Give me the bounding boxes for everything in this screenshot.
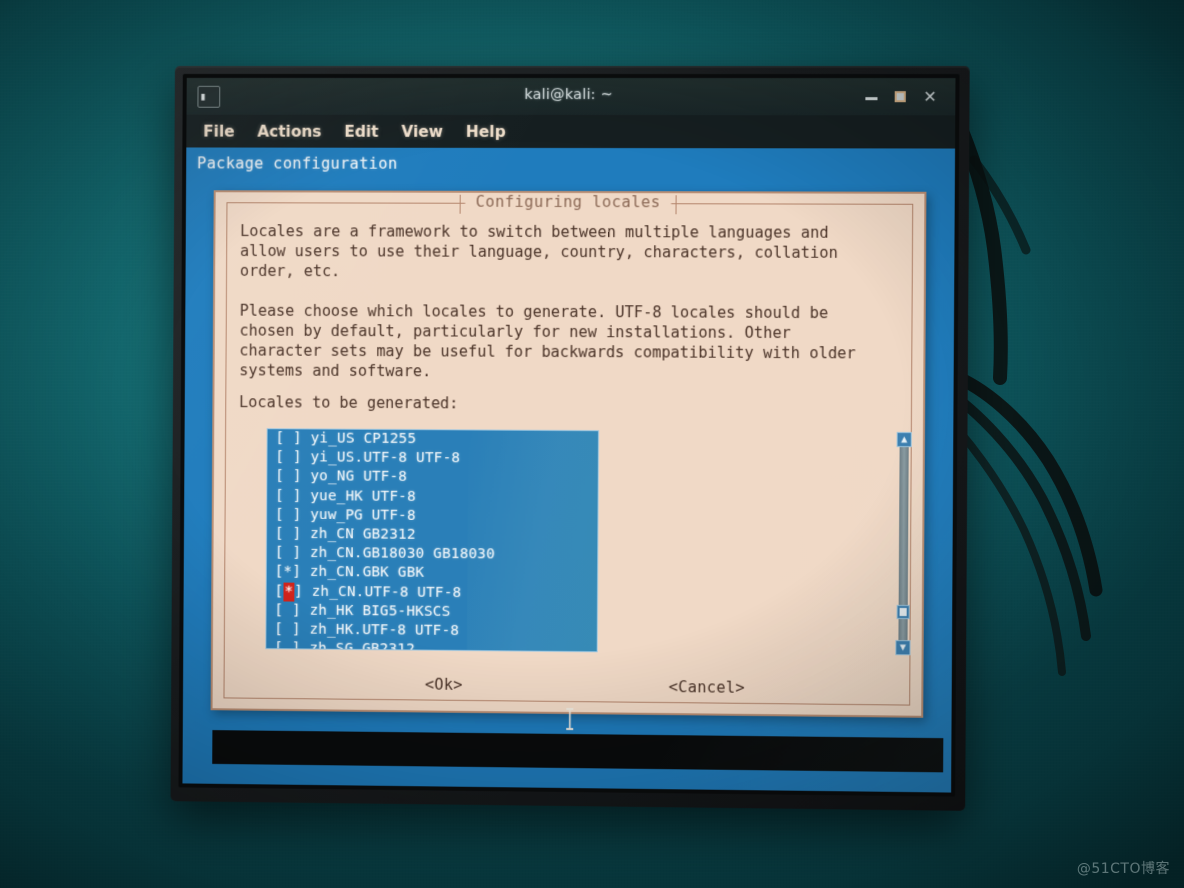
ok-button[interactable]: <Ok> bbox=[425, 676, 463, 694]
minimize-icon bbox=[865, 97, 877, 100]
locale-row[interactable]: [ ] yue_HK UTF-8 bbox=[267, 486, 598, 508]
locale-name: zh_HK BIG5-HKSCS bbox=[301, 602, 451, 619]
scrollbar-thumb[interactable] bbox=[897, 605, 910, 619]
dialog-inner-border: Configuring locales Locales are a framew… bbox=[223, 202, 913, 705]
checkbox-mark[interactable]: [ ] bbox=[274, 621, 300, 637]
checkbox-mark[interactable]: [ ] bbox=[275, 545, 301, 561]
menu-item-edit[interactable]: Edit bbox=[344, 122, 378, 140]
scroll-up-arrow-icon[interactable]: ▲ bbox=[897, 432, 912, 447]
locale-name: zh_SG GB2312 bbox=[301, 641, 415, 653]
locale-name: zh_CN GB2312 bbox=[301, 526, 415, 543]
checkbox-bracket-open: [ bbox=[275, 583, 284, 599]
locale-row[interactable]: [ ] yi_US CP1255 bbox=[268, 429, 599, 450]
locales-listbox[interactable]: [ ] yi_US CP1255[ ] yi_US.UTF-8 UTF-8[ ]… bbox=[265, 428, 599, 652]
menu-item-help[interactable]: Help bbox=[466, 122, 506, 140]
terminal-bottom-strip bbox=[212, 730, 943, 772]
checkbox-mark[interactable]: [ ] bbox=[274, 640, 300, 652]
checkbox-mark[interactable]: [ ] bbox=[275, 430, 301, 446]
locale-row[interactable]: [ ] zh_SG GB2312 bbox=[266, 639, 596, 652]
monitor-frame: ▖ kali@kali: ~ ✕ File Actions Edit View … bbox=[171, 66, 970, 811]
checkbox-mark[interactable]: [ ] bbox=[275, 449, 301, 465]
cancel-button[interactable]: <Cancel> bbox=[669, 678, 746, 697]
menu-item-actions[interactable]: Actions bbox=[257, 122, 321, 140]
maximize-icon bbox=[894, 91, 905, 102]
package-configuration-header: Package configuration bbox=[197, 154, 398, 172]
locale-name: yi_US CP1255 bbox=[302, 430, 416, 447]
checkbox-mark-selected[interactable]: * bbox=[283, 582, 294, 601]
locale-name: zh_HK.UTF-8 UTF-8 bbox=[301, 621, 460, 638]
checkbox-mark[interactable]: [ ] bbox=[274, 602, 300, 618]
locale-name: zh_CN.GBK GBK bbox=[301, 564, 424, 581]
window-titlebar[interactable]: ▖ kali@kali: ~ ✕ bbox=[187, 78, 956, 115]
dialog-title-tick-left bbox=[459, 195, 461, 214]
checkbox-mark[interactable]: [ ] bbox=[275, 488, 301, 504]
locale-name: yuw_PG UTF-8 bbox=[301, 507, 415, 524]
dialog-body-text: Locales are a framework to switch betwee… bbox=[239, 221, 898, 384]
locale-name: zh_CN.UTF-8 UTF-8 bbox=[303, 583, 462, 600]
dialog-title-tick-right bbox=[675, 195, 677, 214]
locale-row[interactable]: [ ] zh_CN GB2312 bbox=[267, 525, 598, 547]
watermark: @51CTO博客 bbox=[1077, 858, 1170, 878]
locale-row[interactable]: [ ] yi_US.UTF-8 UTF-8 bbox=[267, 448, 598, 469]
scrollbar-thumb-inner bbox=[900, 608, 907, 616]
locale-name: yo_NG UTF-8 bbox=[302, 469, 408, 486]
dialog-title: Configuring locales bbox=[465, 193, 672, 211]
locale-name: zh_CN.GB18030 GB18030 bbox=[301, 545, 495, 563]
minimize-button[interactable] bbox=[862, 88, 880, 106]
checkbox-mark[interactable]: [ ] bbox=[275, 526, 301, 542]
monitor-bezel: ▖ kali@kali: ~ ✕ File Actions Edit View … bbox=[178, 74, 959, 797]
locale-name: yi_US.UTF-8 UTF-8 bbox=[302, 449, 461, 466]
checkbox-bracket-close: ] bbox=[294, 583, 303, 599]
checkbox-mark[interactable]: [ ] bbox=[275, 468, 301, 484]
terminal-body: Package configuration Configuring locale… bbox=[182, 147, 955, 792]
maximize-button[interactable] bbox=[891, 88, 909, 106]
locale-name: yue_HK UTF-8 bbox=[301, 488, 415, 505]
locales-list-label: Locales to be generated: bbox=[239, 393, 458, 412]
scroll-down-arrow-icon[interactable]: ▼ bbox=[895, 640, 910, 655]
checkbox-mark[interactable]: [*] bbox=[275, 564, 301, 580]
menu-item-file[interactable]: File bbox=[203, 122, 234, 140]
close-button[interactable]: ✕ bbox=[921, 88, 939, 106]
terminal-window: ▖ kali@kali: ~ ✕ File Actions Edit View … bbox=[182, 78, 955, 793]
locale-row[interactable]: [ ] yuw_PG UTF-8 bbox=[267, 506, 598, 528]
menubar: File Actions Edit View Help bbox=[186, 115, 955, 149]
configuring-locales-dialog: Configuring locales Locales are a framew… bbox=[211, 190, 927, 718]
menu-item-view[interactable]: View bbox=[401, 122, 443, 140]
checkbox-mark[interactable]: [ ] bbox=[275, 507, 301, 523]
locales-scrollbar[interactable]: ▲ ▼ bbox=[895, 432, 912, 655]
window-title: kali@kali: ~ bbox=[187, 87, 956, 103]
locale-row[interactable]: [ ] yo_NG UTF-8 bbox=[267, 467, 598, 488]
